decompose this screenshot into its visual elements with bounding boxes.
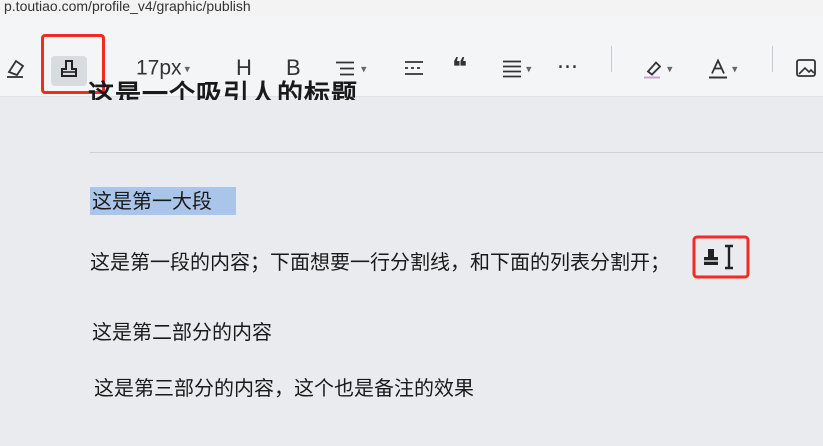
- format-painter-cursor: [692, 235, 752, 280]
- quote-button[interactable]: ❝: [452, 53, 467, 83]
- chevron-down-icon: ▾: [667, 62, 673, 75]
- font-size-select[interactable]: 17px ▾: [136, 56, 190, 81]
- selected-paragraph[interactable]: 这是第一大段: [90, 185, 236, 215]
- align-dropdown[interactable]: ▾: [501, 56, 532, 81]
- font-color-dropdown[interactable]: ▾: [707, 56, 738, 81]
- format-painter-cursor-icon: [692, 235, 750, 279]
- chevron-down-icon: ▾: [361, 62, 367, 75]
- toolbar-divider: [772, 46, 773, 72]
- text-selection: 这是第一大段: [90, 187, 236, 215]
- divider-line-icon[interactable]: [403, 57, 425, 79]
- paragraph-1[interactable]: 这是第一段的内容；下面想要一行分割线，和下面的列表分割开；: [90, 246, 670, 275]
- chevron-down-icon: ▾: [732, 62, 738, 75]
- more-button[interactable]: ···: [557, 56, 578, 81]
- article-title[interactable]: 这是一个吸引人的标题: [88, 80, 358, 100]
- toolbar-divider: [611, 46, 612, 72]
- list-dropdown[interactable]: ▾: [334, 56, 367, 81]
- font-size-value: 17px: [136, 56, 182, 80]
- chevron-down-icon: ▾: [184, 62, 191, 75]
- paragraph-2[interactable]: 这是第二部分的内容: [92, 316, 272, 345]
- paragraph-3[interactable]: 这是第三部分的内容，这个也是备注的效果: [94, 372, 474, 401]
- address-bar[interactable]: p.toutiao.com/profile_v4/graphic/publish: [0, 0, 823, 16]
- bold-button[interactable]: B: [286, 55, 301, 81]
- highlight-color-dropdown[interactable]: ▾: [642, 56, 673, 81]
- title-divider: [90, 152, 823, 153]
- eraser-icon[interactable]: [4, 57, 26, 79]
- heading-button[interactable]: H: [236, 55, 252, 81]
- image-icon[interactable]: [795, 57, 817, 79]
- chevron-down-icon: ▾: [526, 62, 532, 75]
